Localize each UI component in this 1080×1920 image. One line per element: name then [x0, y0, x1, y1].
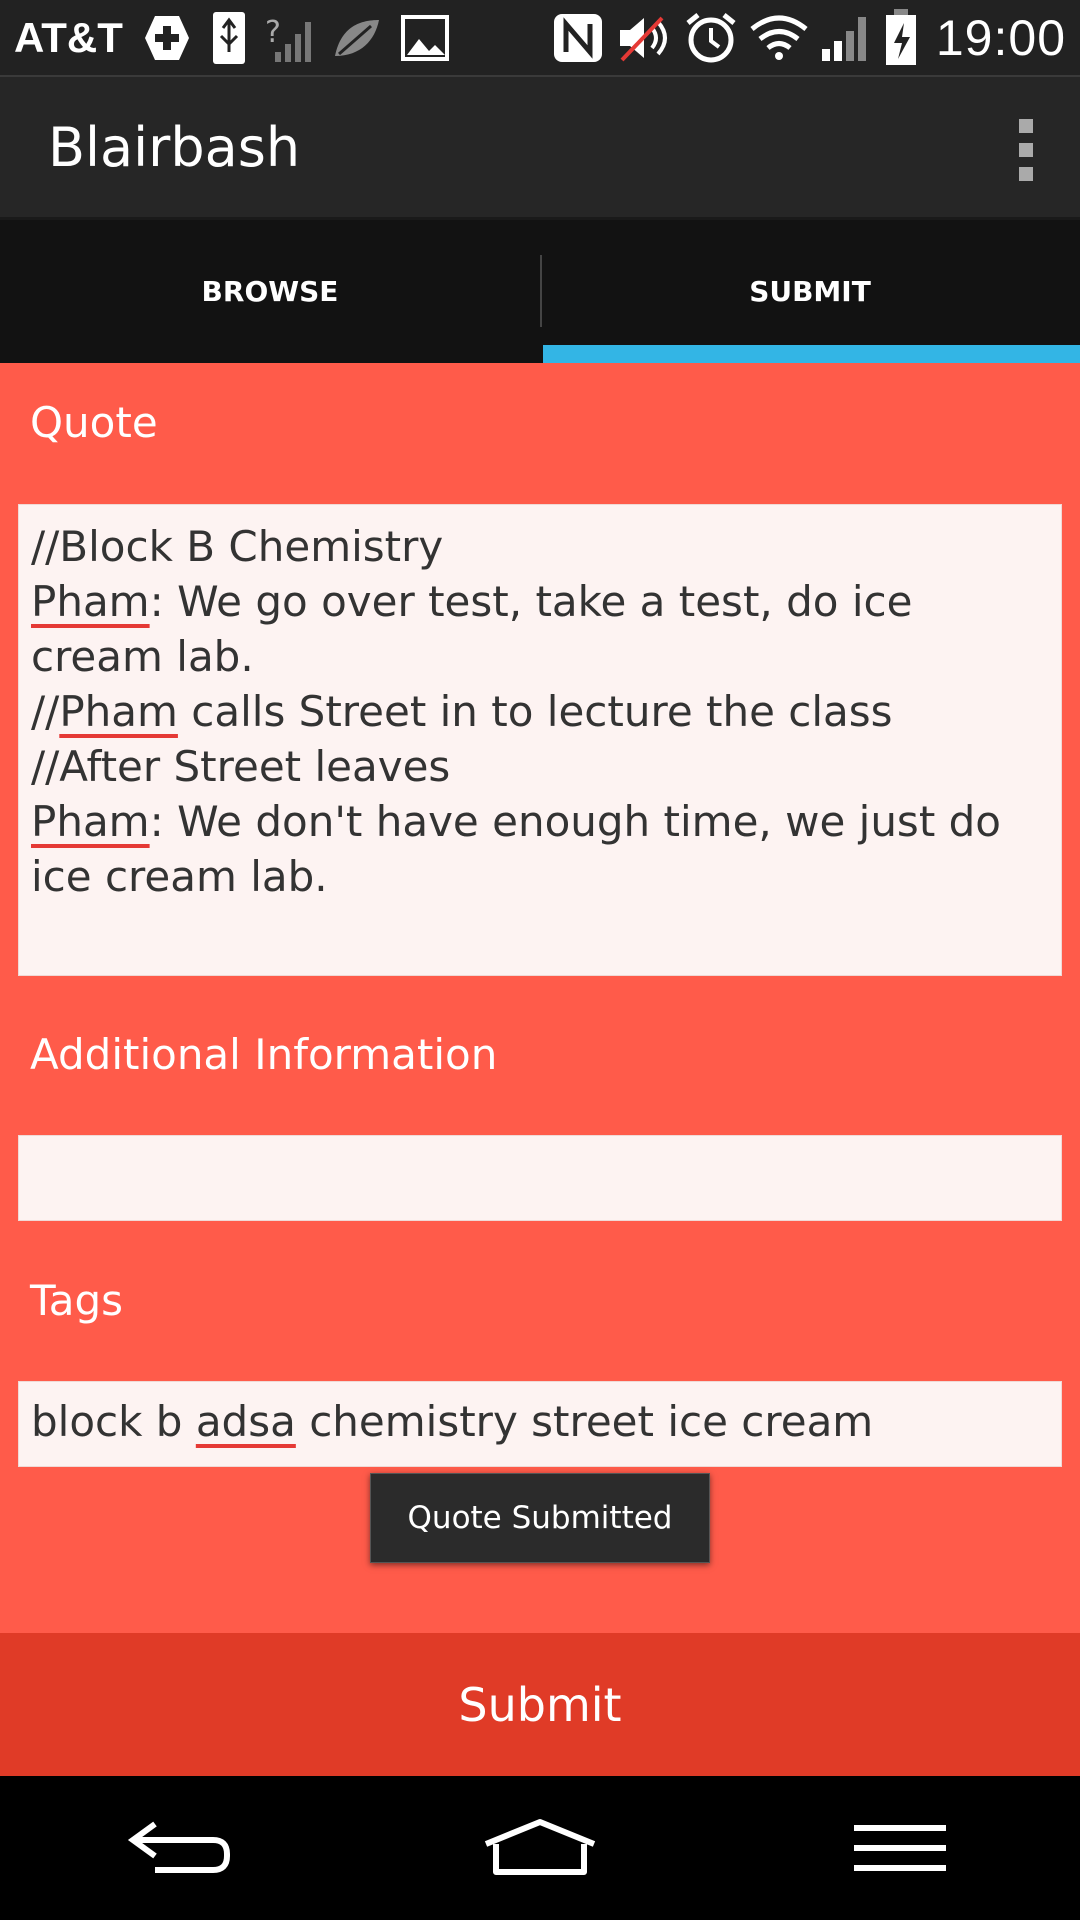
home-icon[interactable]	[450, 1798, 630, 1898]
quote-line: Pham: We don't have enough time, we just…	[31, 797, 1001, 901]
nfc-icon	[552, 12, 604, 64]
action-bar: Blairbash	[0, 75, 1080, 220]
quote-line: //After Street leaves	[31, 742, 451, 791]
no-data-signal-icon: ?	[265, 12, 313, 64]
alarm-icon	[684, 11, 738, 65]
carrier-label: AT&T	[14, 13, 123, 61]
quote-line: Pham: We go over test, take a test, do i…	[31, 577, 913, 681]
app-title: Blairbash	[48, 115, 301, 179]
tab-bar: BROWSE SUBMIT	[0, 220, 1080, 363]
svg-text:?: ?	[265, 15, 281, 50]
clock: 19:00	[935, 9, 1066, 66]
leaf-icon	[331, 16, 383, 60]
menu-icon[interactable]	[810, 1798, 990, 1898]
additional-info-input[interactable]	[18, 1135, 1062, 1221]
tags-label: Tags	[30, 1276, 123, 1325]
tags-input[interactable]: block b adsa chemistry street ice cream	[18, 1381, 1062, 1467]
quote-label: Quote	[30, 398, 158, 447]
tab-submit-label: SUBMIT	[749, 275, 871, 308]
status-bar: AT&T ? 19:00	[0, 0, 1080, 75]
medical-plus-icon	[141, 12, 193, 64]
tab-submit[interactable]: SUBMIT	[540, 220, 1080, 363]
back-icon[interactable]	[90, 1798, 270, 1898]
battery-charging-icon	[884, 8, 918, 67]
usb-icon	[211, 10, 247, 66]
tab-browse[interactable]: BROWSE	[0, 220, 540, 363]
additional-info-label: Additional Information	[30, 1030, 498, 1079]
quote-line: //Block B Chemistry	[31, 522, 444, 571]
quote-input[interactable]: //Block B Chemistry Pham: We go over tes…	[18, 504, 1062, 976]
image-icon	[400, 14, 449, 61]
toast-message: Quote Submitted	[370, 1473, 710, 1563]
wifi-icon	[750, 15, 808, 61]
submit-button[interactable]: Submit	[0, 1633, 1080, 1776]
selected-tab-indicator	[543, 345, 1080, 363]
tab-divider	[540, 255, 542, 327]
overflow-menu-icon[interactable]	[1006, 119, 1046, 181]
tab-browse-label: BROWSE	[201, 275, 339, 308]
signal-icon	[820, 13, 872, 63]
mute-icon	[616, 12, 672, 64]
nav-bar	[0, 1776, 1080, 1920]
quote-line: //Pham calls Street in to lecture the cl…	[31, 687, 893, 736]
